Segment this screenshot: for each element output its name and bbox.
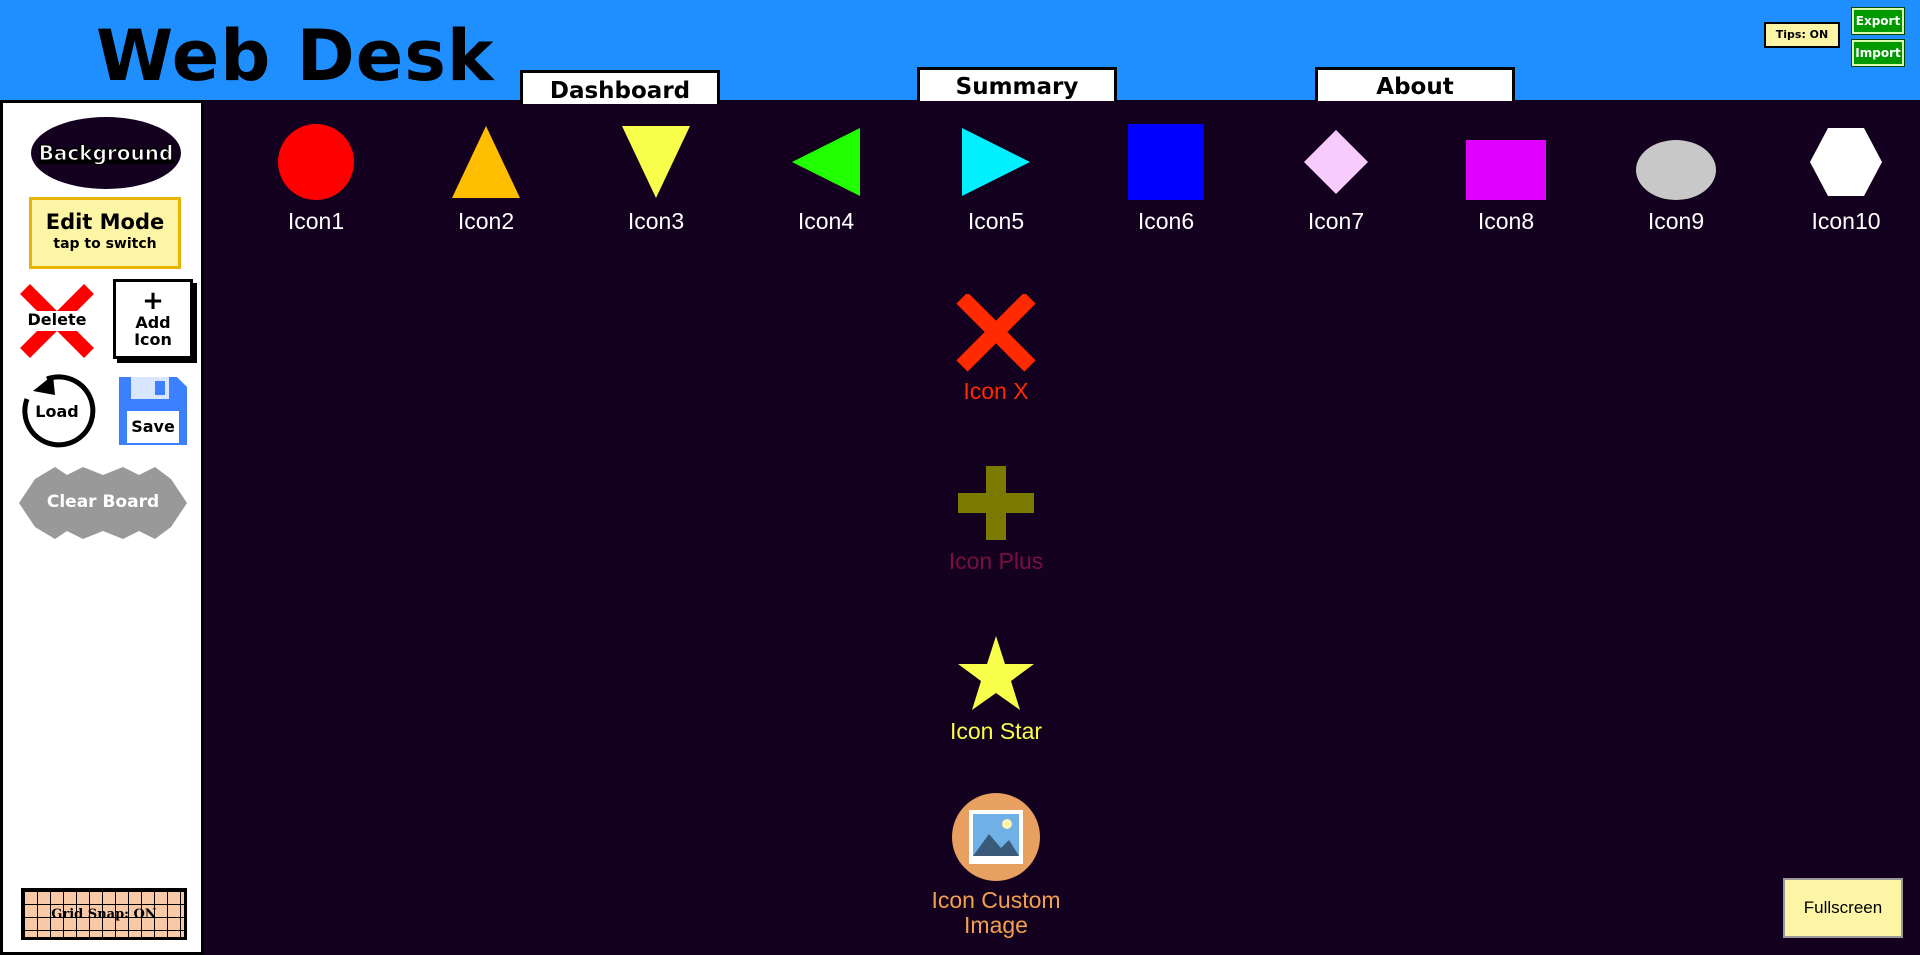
edit-mode-title: Edit Mode <box>45 210 165 234</box>
rectangle-icon <box>1466 140 1546 200</box>
board-icon-3[interactable]: Icon3 <box>596 122 716 234</box>
save-label: Save <box>131 417 175 436</box>
icon-label: Icon Plus <box>948 548 1044 574</box>
add-icon-button[interactable]: + Add Icon <box>113 279 193 359</box>
save-button[interactable]: Save <box>115 373 191 449</box>
icon-board: Icon1 Icon2 Icon3 Icon4 Icon5 Icon6 Icon… <box>204 100 1920 955</box>
plus-icon: + <box>142 286 164 316</box>
icon-label: Icon1 <box>287 208 345 234</box>
clear-board-label: Clear Board <box>46 492 160 512</box>
icon-label: Icon Custom Image <box>931 887 1061 938</box>
delete-label: Delete <box>27 310 87 329</box>
delete-button[interactable]: Delete <box>19 283 95 359</box>
add-icon-label: Add Icon <box>134 313 172 349</box>
icon-label: Icon9 <box>1647 208 1705 234</box>
icon-label: Icon5 <box>967 208 1025 234</box>
clear-board-button[interactable]: Clear Board <box>19 467 187 539</box>
edit-mode-subtitle: tap to switch <box>53 236 157 252</box>
triangle-down-icon <box>622 126 690 198</box>
triangle-left-icon <box>792 128 860 196</box>
board-icon-1[interactable]: Icon1 <box>256 122 376 234</box>
icon-label: Icon Star <box>949 718 1043 744</box>
board-icon-6[interactable]: Icon6 <box>1106 122 1226 234</box>
grid-snap-toggle[interactable]: Grid Snap: ON <box>21 888 187 940</box>
board-icon-4[interactable]: Icon4 <box>766 122 886 234</box>
export-button[interactable]: Export <box>1851 7 1905 35</box>
tips-toggle-button[interactable]: Tips: ON <box>1764 22 1840 48</box>
tab-summary[interactable]: Summary <box>917 67 1117 101</box>
import-button[interactable]: Import <box>1851 39 1905 67</box>
diamond-icon <box>1304 130 1368 194</box>
header-bar: Web Desk Dashboard Summary About Tips: O… <box>0 0 1920 104</box>
app-title: Web Desk <box>96 15 495 97</box>
triangle-right-icon <box>962 128 1030 196</box>
board-icon-8[interactable]: Icon8 <box>1446 122 1566 234</box>
image-icon <box>952 793 1040 881</box>
hexagon-icon <box>1810 128 1882 196</box>
board-icon-5[interactable]: Icon5 <box>936 122 1056 234</box>
board-icon-star[interactable]: Icon Star <box>936 634 1056 744</box>
tab-dashboard[interactable]: Dashboard <box>520 70 720 104</box>
grid-snap-label: Grid Snap: ON <box>51 907 157 922</box>
icon-label: Icon8 <box>1477 208 1535 234</box>
icon-label: Icon7 <box>1307 208 1365 234</box>
triangle-up-icon <box>452 126 520 198</box>
edit-mode-button[interactable]: Edit Mode tap to switch <box>29 197 181 269</box>
tab-about[interactable]: About <box>1315 67 1515 101</box>
ellipse-icon <box>1636 140 1716 200</box>
icon-label: Icon10 <box>1811 208 1881 234</box>
floppy-disk-icon <box>119 377 187 445</box>
sidebar: Background Edit Mode tap to switch Delet… <box>0 100 204 955</box>
load-button[interactable]: Load <box>17 371 97 451</box>
background-button[interactable]: Background <box>31 117 181 189</box>
board-icon-x[interactable]: Icon X <box>936 294 1056 404</box>
board-icon-plus[interactable]: Icon Plus <box>936 464 1056 574</box>
icon-label: Icon3 <box>627 208 685 234</box>
board-icon-7[interactable]: Icon7 <box>1276 122 1396 234</box>
circle-icon <box>278 124 354 200</box>
background-button-label: Background <box>38 141 174 166</box>
icon-label: Icon6 <box>1137 208 1195 234</box>
icon-label: Icon X <box>963 378 1029 404</box>
board-icon-9[interactable]: Icon9 <box>1616 122 1736 234</box>
square-icon <box>1128 124 1204 200</box>
fullscreen-button[interactable]: Fullscreen <box>1783 878 1903 938</box>
board-icon-custom-image[interactable]: Icon Custom Image <box>906 792 1086 938</box>
x-icon <box>956 294 1036 372</box>
icon-label: Icon4 <box>797 208 855 234</box>
plus-icon <box>958 466 1034 540</box>
load-label: Load <box>35 402 79 421</box>
board-icon-10[interactable]: Icon10 <box>1786 122 1906 234</box>
star-icon <box>958 636 1034 710</box>
icon-label: Icon2 <box>457 208 515 234</box>
board-icon-2[interactable]: Icon2 <box>426 122 546 234</box>
